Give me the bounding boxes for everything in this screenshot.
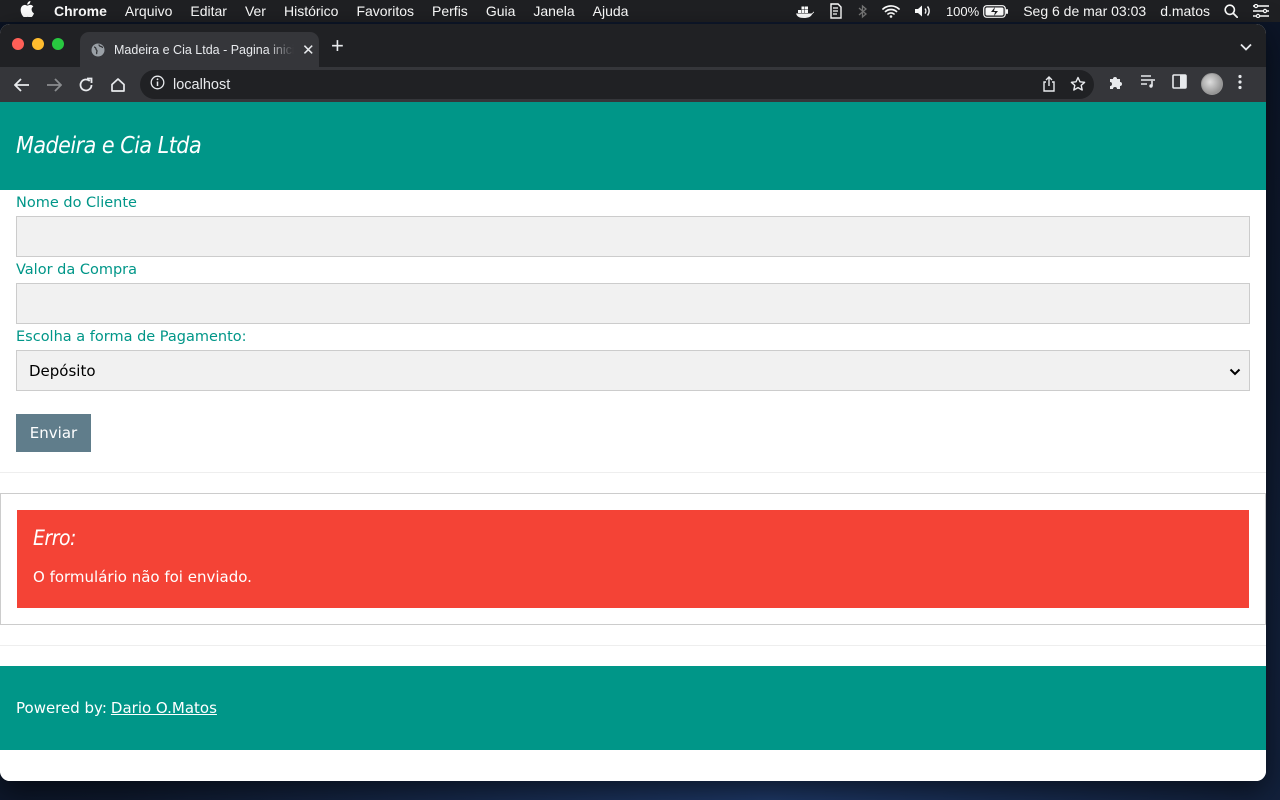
volume-icon[interactable]	[914, 4, 932, 18]
tab-title: Madeira e Cia Ltda - Pagina inicial	[114, 42, 294, 57]
menu-editar[interactable]: Editar	[190, 3, 227, 19]
web-page: Madeira e Cia Ltda Nome do Cliente Valor…	[0, 102, 1266, 781]
docker-icon[interactable]	[795, 5, 814, 18]
apple-icon[interactable]	[20, 1, 38, 21]
chevron-down-icon	[1229, 362, 1241, 380]
submit-button[interactable]: Enviar	[16, 414, 91, 452]
error-title: Erro:	[33, 526, 76, 550]
footer-prefix: Powered by:	[16, 699, 107, 717]
profile-avatar[interactable]	[1201, 73, 1223, 95]
error-alert: Erro: O formulário não foi enviado.	[17, 510, 1249, 608]
wifi-icon[interactable]	[882, 4, 900, 18]
side-panel-icon[interactable]	[1172, 74, 1187, 89]
clock[interactable]: Seg 6 de mar 03:03	[1023, 3, 1146, 19]
author-link[interactable]: Dario O.Matos	[111, 699, 217, 717]
customer-name-label: Nome do Cliente	[16, 195, 137, 211]
error-message: O formulário não foi enviado.	[33, 568, 252, 586]
url-text: localhost	[173, 76, 231, 93]
reading-list-icon[interactable]	[1140, 74, 1156, 88]
purchase-amount-input[interactable]	[16, 283, 1250, 324]
menu-arquivo[interactable]: Arquivo	[125, 3, 172, 19]
browser-window: Madeira e Cia Ltda - Pagina inicial ✕ + …	[0, 24, 1266, 781]
reload-button[interactable]	[70, 71, 102, 99]
tab-search-chevron-icon[interactable]	[1240, 38, 1252, 56]
site-title: Madeira e Cia Ltda	[16, 133, 202, 159]
payment-method-selected: Depósito	[29, 361, 96, 380]
bluetooth-icon[interactable]	[858, 4, 868, 19]
share-icon[interactable]	[1042, 76, 1056, 96]
error-panel: Erro: O formulário não foi enviado.	[0, 493, 1266, 625]
customer-name-input[interactable]	[16, 216, 1250, 257]
menu-perfis[interactable]: Perfis	[432, 3, 468, 19]
menu-favoritos[interactable]: Favoritos	[356, 3, 414, 19]
user-name[interactable]: d.matos	[1160, 3, 1210, 19]
new-tab-button[interactable]: +	[331, 35, 344, 57]
forward-button[interactable]	[38, 71, 70, 99]
payment-method-select[interactable]: Depósito	[16, 350, 1250, 391]
extensions-puzzle-icon[interactable]	[1108, 74, 1124, 90]
maximize-window-button[interactable]	[52, 38, 64, 50]
payment-method-label: Escolha a forma de Pagamento:	[16, 329, 247, 345]
divider	[0, 645, 1266, 646]
macos-menubar: Chrome Arquivo Editar Ver Histórico Favo…	[0, 0, 1280, 22]
window-controls	[12, 38, 72, 50]
status-area: 100% Seg 6 de mar 03:03 d.matos	[782, 0, 1270, 22]
home-button[interactable]	[102, 71, 134, 99]
notes-icon[interactable]	[828, 3, 844, 19]
menu-ajuda[interactable]: Ajuda	[593, 3, 629, 19]
control-center-icon[interactable]	[1252, 4, 1270, 18]
menu-app-chrome[interactable]: Chrome	[54, 3, 107, 19]
close-window-button[interactable]	[12, 38, 24, 50]
browser-tab-active[interactable]: Madeira e Cia Ltda - Pagina inicial ✕	[80, 32, 319, 67]
site-info-icon[interactable]	[150, 75, 165, 94]
browser-toolbar: localhost	[0, 67, 1266, 102]
tab-close-icon[interactable]: ✕	[302, 41, 315, 59]
minimize-window-button[interactable]	[32, 38, 44, 50]
menu-ver[interactable]: Ver	[245, 3, 266, 19]
globe-icon	[90, 42, 106, 58]
more-menu-icon[interactable]	[1238, 74, 1242, 90]
address-bar-actions	[1028, 76, 1086, 96]
battery-charging-icon[interactable]	[983, 4, 1009, 18]
divider	[0, 472, 1266, 473]
purchase-form: Nome do Cliente Valor da Compra Escolha …	[0, 190, 1266, 452]
menu-guia[interactable]: Guia	[486, 3, 516, 19]
battery-percent: 100%	[945, 3, 980, 19]
site-footer: Powered by: Dario O.Matos	[0, 666, 1266, 750]
back-button[interactable]	[6, 71, 38, 99]
site-header: Madeira e Cia Ltda	[0, 102, 1266, 190]
address-bar[interactable]: localhost	[140, 70, 1094, 99]
purchase-amount-label: Valor da Compra	[16, 262, 138, 278]
spotlight-search-icon[interactable]	[1224, 4, 1238, 18]
menu-historico[interactable]: Histórico	[284, 3, 338, 19]
tab-strip: Madeira e Cia Ltda - Pagina inicial ✕ +	[0, 24, 1266, 67]
menu-janela[interactable]: Janela	[533, 3, 574, 19]
bookmark-star-icon[interactable]	[1070, 76, 1086, 96]
